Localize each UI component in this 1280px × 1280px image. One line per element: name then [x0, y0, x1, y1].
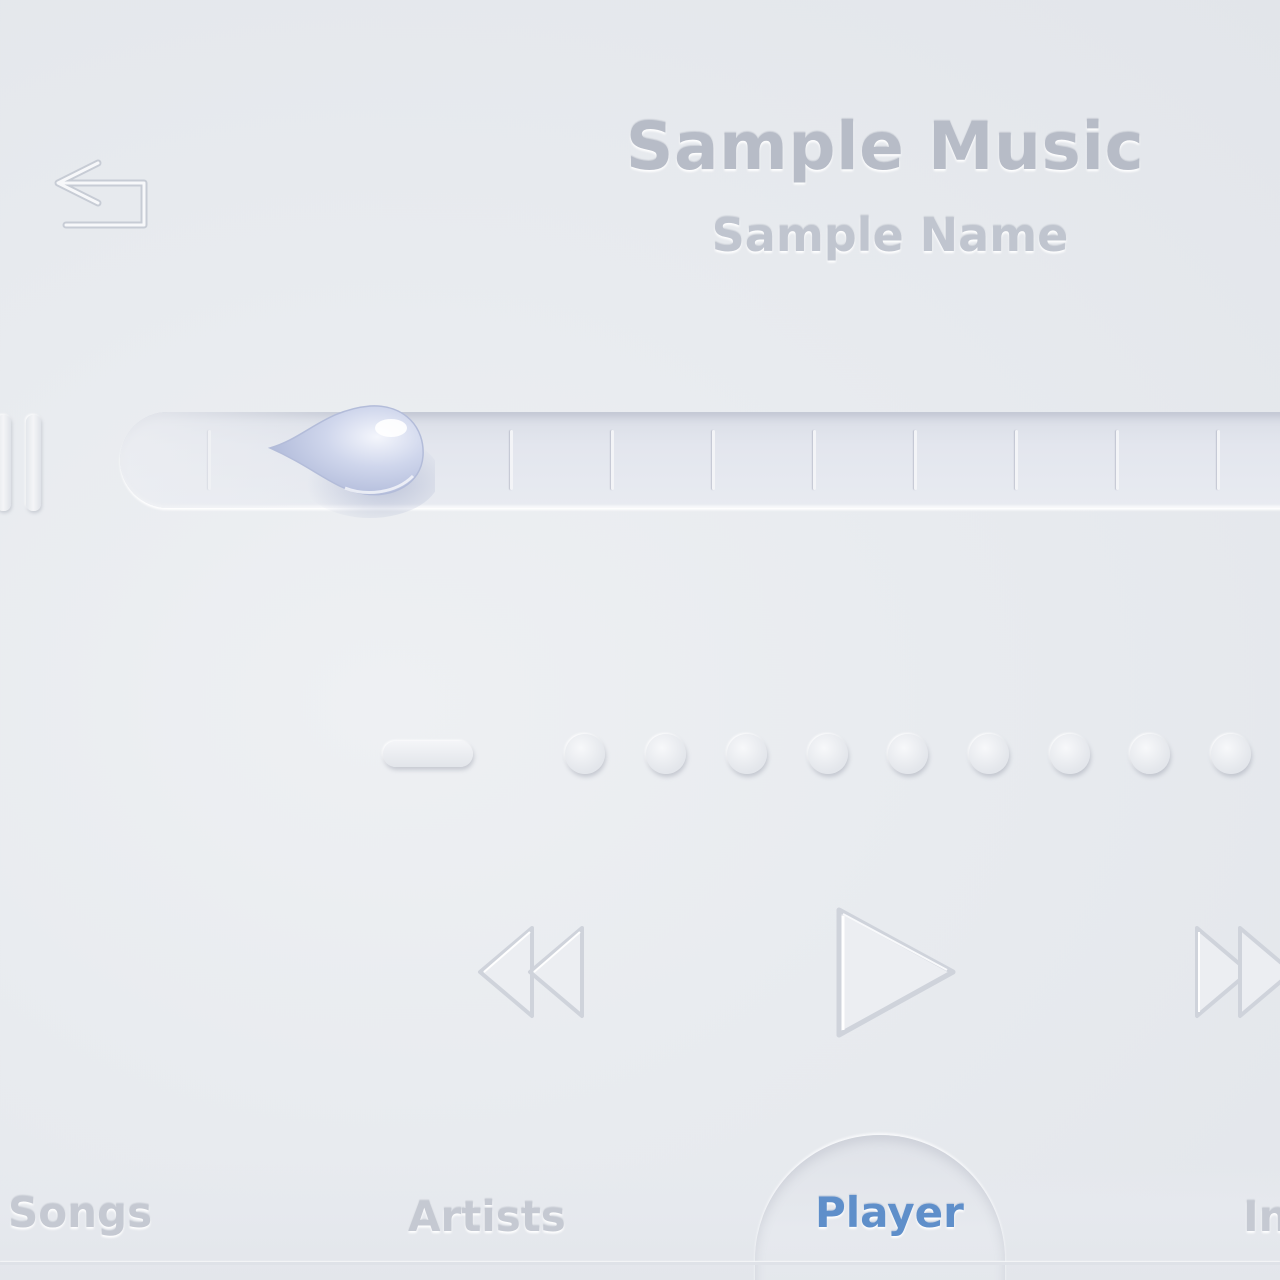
page-indicator-dot[interactable] — [808, 734, 848, 774]
artist-name: Sample Name — [711, 208, 1069, 262]
back-button[interactable] — [48, 155, 158, 240]
tab-in[interactable]: In — [1243, 1192, 1280, 1241]
progress-tick — [712, 430, 715, 490]
back-arrow-icon — [54, 159, 148, 229]
rewind-icon — [478, 926, 584, 1018]
rewind-button[interactable] — [470, 920, 595, 1025]
page-indicator-dot[interactable] — [727, 734, 767, 774]
page-indicator-dot[interactable] — [969, 734, 1009, 774]
pause-button[interactable] — [0, 415, 50, 511]
page-indicator-dot[interactable] — [1211, 734, 1251, 774]
tab-songs[interactable]: Songs — [8, 1188, 152, 1237]
progress-tick — [1015, 430, 1018, 490]
progress-tick — [611, 430, 614, 490]
progress-tick — [510, 430, 513, 490]
pause-icon — [0, 415, 11, 511]
progress-tick — [914, 430, 917, 490]
tab-player[interactable]: Player — [815, 1188, 964, 1237]
pause-icon-bar — [26, 415, 41, 511]
page-indicator-dot[interactable] — [888, 734, 928, 774]
fast-forward-icon — [1195, 926, 1280, 1018]
play-button[interactable] — [825, 900, 965, 1045]
fast-forward-button[interactable] — [1185, 920, 1280, 1025]
page-indicator-active[interactable] — [383, 741, 473, 767]
progress-tick — [1217, 430, 1220, 490]
page-indicator-dot[interactable] — [646, 734, 686, 774]
page-indicator-dot[interactable] — [565, 734, 605, 774]
play-icon — [836, 907, 956, 1038]
water-drop-icon — [267, 405, 440, 518]
page-indicator-dot[interactable] — [1130, 734, 1170, 774]
progress-thumb[interactable] — [265, 398, 440, 518]
song-title: Sample Music — [625, 108, 1145, 185]
progress-tick — [813, 430, 816, 490]
tab-artists[interactable]: Artists — [408, 1192, 566, 1241]
progress-tick — [1116, 430, 1119, 490]
page-indicator-dot[interactable] — [1050, 734, 1090, 774]
tab-bar-divider — [0, 1262, 1280, 1265]
